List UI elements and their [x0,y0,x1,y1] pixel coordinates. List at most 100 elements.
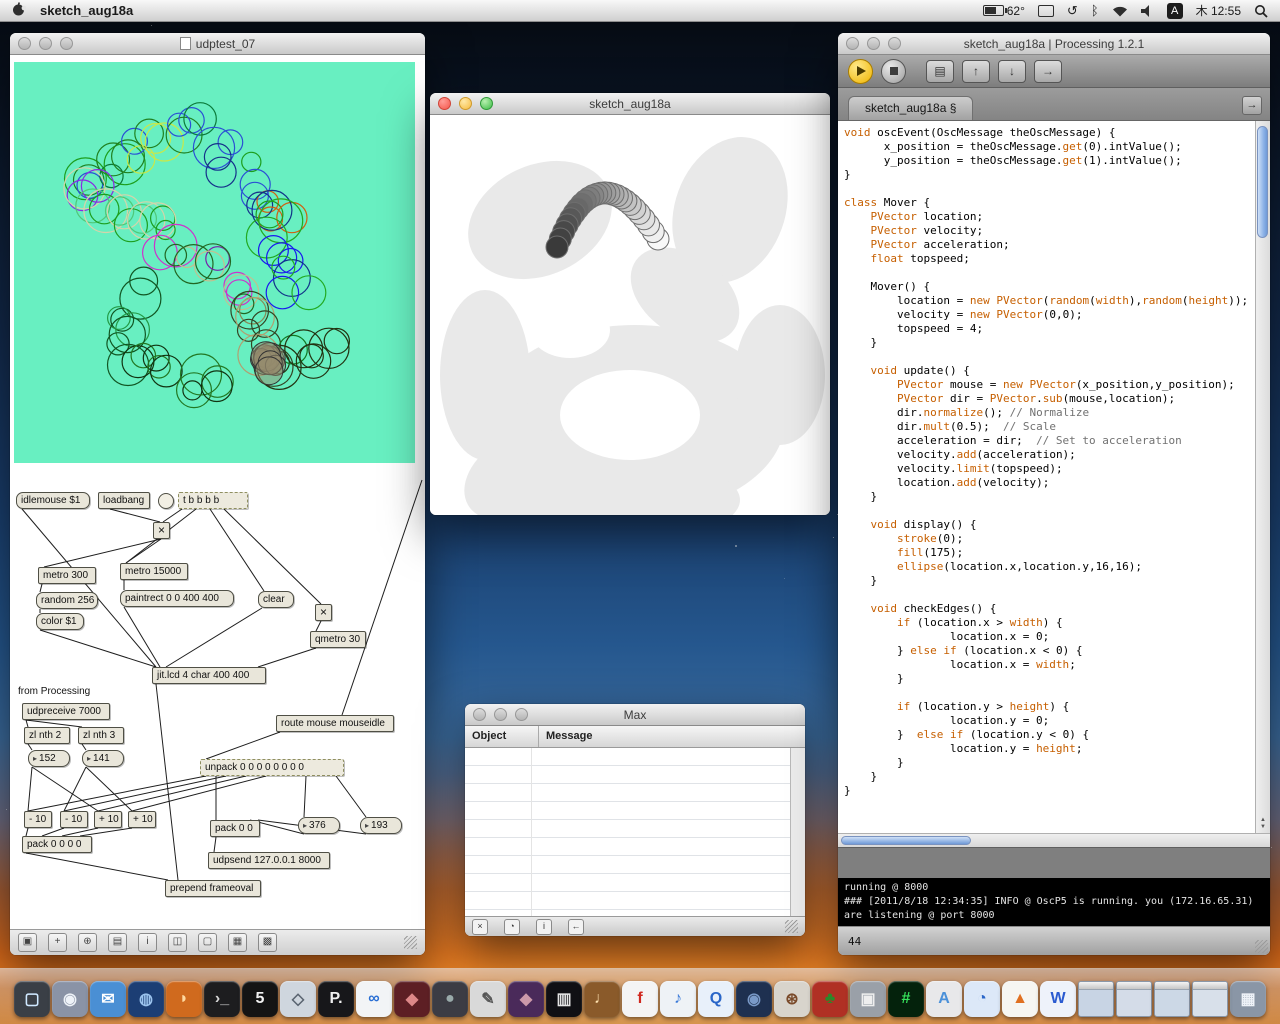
dock-app-store[interactable]: A [926,981,962,1017]
vertical-scrollbar[interactable]: ▲ ▼ [1255,121,1270,833]
dock-mail[interactable]: ✉ [90,981,126,1017]
processing-titlebar[interactable]: sketch_aug18a | Processing 1.2.1 [838,33,1270,55]
patch-unpack-0-0-0-0-0-0-0-0[interactable]: unpack 0 0 0 0 0 0 0 0 [200,759,344,776]
horizontal-scrollbar[interactable] [838,833,1270,847]
snap-icon[interactable]: ▩ [258,933,277,952]
input-source-menu[interactable]: A [1166,2,1183,19]
patch-paintrect-0-0-400-400[interactable]: paintrect 0 0 400 400 [120,590,234,607]
tab-menu-icon[interactable]: → [1242,96,1262,115]
dock-quicktime[interactable]: Q [698,981,734,1017]
patch-metro-300[interactable]: metro 300 [38,567,96,584]
patch-pack-0-0-0-0[interactable]: pack 0 0 0 0 [22,836,92,853]
dock-flash[interactable]: f [622,981,658,1017]
patch-udpsend-127-0-0-1-8000[interactable]: udpsend 127.0.0.1 8000 [208,852,330,869]
dock-terminal[interactable]: ›_ [204,981,240,1017]
scrollbar-thumb[interactable] [841,836,971,845]
scrollbar-arrows[interactable]: ▲ ▼ [1256,817,1270,831]
dock-max-runtime[interactable]: # [888,981,924,1017]
info-icon[interactable]: i [536,918,552,935]
column-header-message[interactable]: Message [539,726,805,747]
zoom-button[interactable] [480,97,493,110]
column-header-object[interactable]: Object [465,726,539,747]
patch-color-1[interactable]: color $1 [36,613,84,630]
patch-toggle[interactable]: × [315,604,332,621]
spotlight-menu[interactable] [1254,4,1268,18]
export-button[interactable]: → [1034,59,1062,83]
dock-app-5[interactable]: 5 [242,981,278,1017]
patch-10[interactable]: + 10 [94,811,122,828]
presentation-icon[interactable]: ▢ [198,933,217,952]
code-editor[interactable]: void oscEvent(OscMessage theOscMessage) … [838,121,1270,833]
resize-grip[interactable] [404,936,417,949]
add-icon[interactable]: ⊕ [78,933,97,952]
info-icon[interactable]: i [138,933,157,952]
delete-icon[interactable]: × [472,918,488,935]
patcher-icon[interactable]: ◫ [168,933,187,952]
save-button[interactable]: ↓ [998,59,1026,83]
bluetooth-menu[interactable]: ᛒ [1091,3,1099,18]
dock-cube[interactable]: ◇ [280,981,316,1017]
display-menu[interactable] [1037,4,1054,17]
patch-toggle[interactable]: × [153,522,170,539]
dock-garageband[interactable]: ♩ [584,981,620,1017]
menu-clock[interactable]: 木 12:55 [1196,2,1241,19]
apple-menu[interactable] [12,2,27,19]
dock-window-2[interactable] [1116,981,1152,1017]
close-button[interactable] [846,37,859,50]
minimize-button[interactable] [867,37,880,50]
patch-bang[interactable] [158,493,174,509]
scrollbar-thumb[interactable] [1257,126,1268,238]
patch-udpreceive-7000[interactable]: udpreceive 7000 [22,703,110,720]
new-button[interactable]: ▤ [926,59,954,83]
save-icon[interactable]: ▤ [108,933,127,952]
dock-editor[interactable]: ✎ [470,981,506,1017]
zoom-button[interactable] [515,708,528,721]
app-menu[interactable]: sketch_aug18a [40,3,133,18]
patch-10[interactable]: + 10 [128,811,156,828]
dock-firefox[interactable]: ◗ [166,981,202,1017]
volume-menu[interactable] [1140,4,1154,17]
clock-icon[interactable]: ◔ [504,918,520,935]
dock-paint[interactable]: ⊛ [774,981,810,1017]
dock-midi-keyboard[interactable]: ▥ [546,981,582,1017]
patch-qmetro-30[interactable]: qmetro 30 [310,631,366,648]
back-icon[interactable]: ← [568,918,584,935]
patch-zl-nth-3[interactable]: zl nth 3 [78,727,124,744]
patch-376[interactable]: ▸ 376 [298,817,340,834]
patch-idlemouse-1[interactable]: idlemouse $1 [16,492,90,509]
scrollbar[interactable] [790,748,805,916]
dock-window-3[interactable] [1154,981,1190,1017]
dock-q-app[interactable]: ◔ [964,981,1000,1017]
dock-grid[interactable]: ▦ [1230,981,1266,1017]
lock-icon[interactable]: ▣ [18,933,37,952]
open-button[interactable]: ↑ [962,59,990,83]
tab-sketch-aug18a[interactable]: sketch_aug18a § [848,96,974,120]
patch-10[interactable]: - 10 [24,811,52,828]
patch-jit-lcd-4-char-400-400[interactable]: jit.lcd 4 char 400 400 [152,667,266,684]
patch-193[interactable]: ▸ 193 [360,817,402,834]
dock-app-gray[interactable]: ▣ [850,981,886,1017]
dock-itunes[interactable]: ♪ [660,981,696,1017]
max-titlebar[interactable]: Max [465,704,805,726]
patch-prepend-frameoval[interactable]: prepend frameoval [165,880,261,897]
dock-processing[interactable]: P. [318,981,354,1017]
patch-route-mouse-mouseidle[interactable]: route mouse mouseidle [276,715,394,732]
patch-pack-0-0[interactable]: pack 0 0 [210,820,260,837]
battery-indicator[interactable]: 62° [982,4,1025,18]
close-button[interactable] [473,708,486,721]
patch-10[interactable]: - 10 [60,811,88,828]
run-button[interactable] [848,58,873,84]
wifi-menu[interactable] [1112,5,1128,17]
dock-word[interactable]: W [1040,981,1076,1017]
dock-max[interactable]: ∞ [356,981,392,1017]
dock-vlc[interactable]: ▲ [1002,981,1038,1017]
dock-app-purple[interactable]: ◆ [508,981,544,1017]
patch-clear[interactable]: clear [258,591,294,608]
patch-t-b-b-b-b[interactable]: t b b b b [178,492,248,509]
close-button[interactable] [438,97,451,110]
resize-grip[interactable] [1255,940,1268,953]
dock-app-navy[interactable]: ◉ [736,981,772,1017]
console-rows[interactable] [465,748,791,916]
patch-random-256[interactable]: random 256 [36,592,98,609]
dock-browser[interactable]: ◍ [128,981,164,1017]
